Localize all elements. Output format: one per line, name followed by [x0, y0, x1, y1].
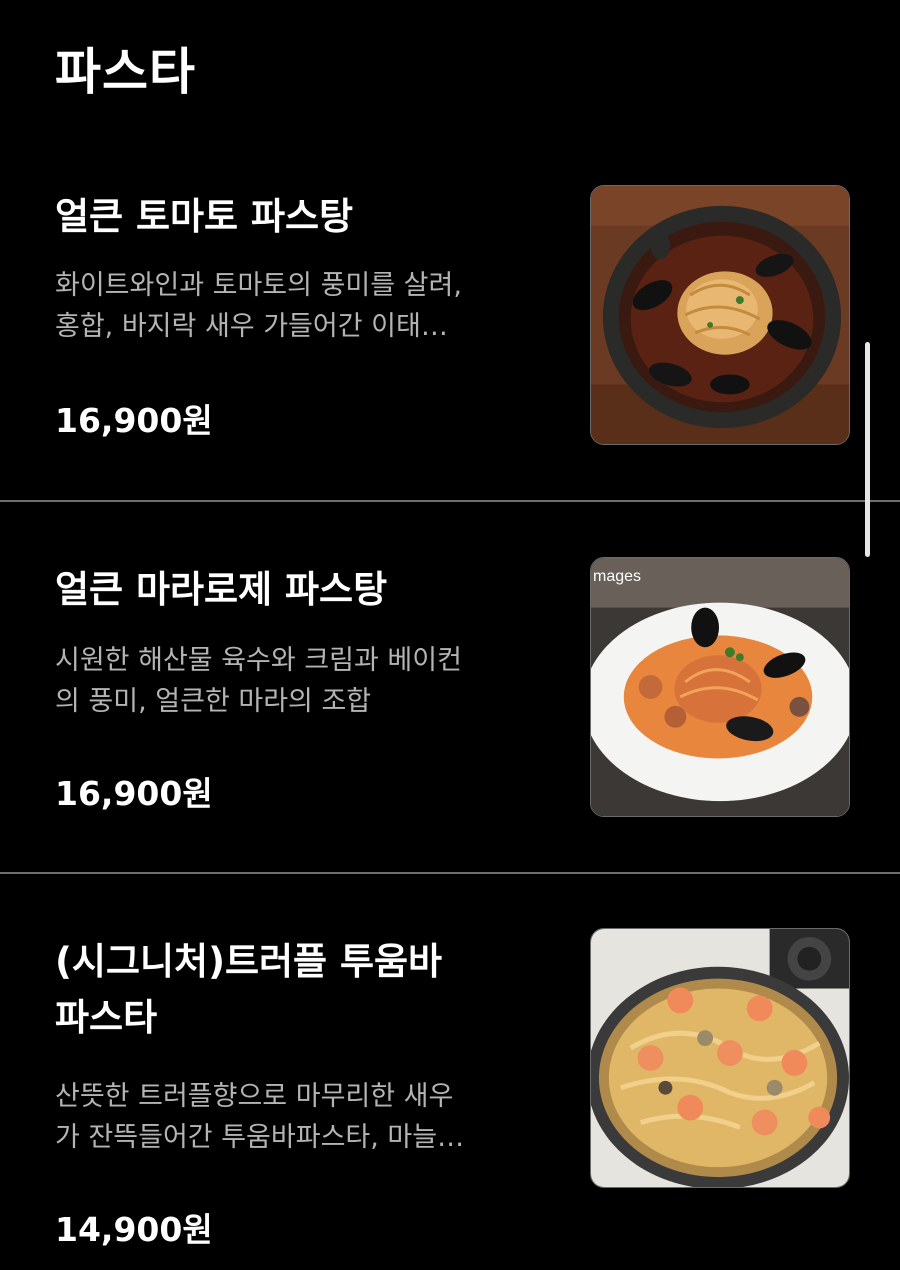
item-description: 화이트와인과 토마토의 풍미를 살려, 홍합, 바지락 새우 가들어간 이태…	[55, 270, 462, 342]
item-description: 산뜻한 트러플향으로 마무리한 새우 가 잔뜩들어간 투움바파스타, 마늘…	[55, 1081, 465, 1153]
tomato-pasta-stew-photo[interactable]	[590, 185, 850, 445]
scrollbar[interactable]	[865, 342, 870, 557]
item-name: 얼큰 마라로제 파스탕	[55, 568, 388, 611]
item-name: 얼큰 토마토 파스탕	[55, 195, 354, 238]
truffle-toowoomba-pasta-photo[interactable]	[590, 928, 850, 1188]
menu-item-mala-rose-pastang[interactable]: 얼큰 마라로제 파스탕 시원한 해산물 육수와 크림과 베이컨 의 풍미, 얼큰…	[0, 502, 900, 873]
menu-item-tomato-pastang[interactable]: 얼큰 토마토 파스탕 화이트와인과 토마토의 풍미를 살려, 홍합, 바지락 새…	[0, 185, 900, 501]
item-price: 16,900원	[55, 774, 213, 813]
item-price: 16,900원	[55, 401, 213, 440]
section-title: 파스타	[55, 43, 196, 101]
item-name: (시그니처)트러플 투움바 파스타	[55, 940, 443, 1039]
image-watermark: mages	[593, 568, 642, 585]
item-description: 시원한 해산물 육수와 크림과 베이컨 의 풍미, 얼큰한 마라의 조합	[55, 645, 462, 717]
mala-rose-pasta-photo[interactable]: mages	[590, 557, 850, 817]
item-price: 14,900원	[55, 1210, 213, 1249]
menu-item-truffle-toowoomba[interactable]: (시그니처)트러플 투움바 파스타 산뜻한 트러플향으로 마무리한 새우 가 잔…	[0, 874, 900, 1270]
